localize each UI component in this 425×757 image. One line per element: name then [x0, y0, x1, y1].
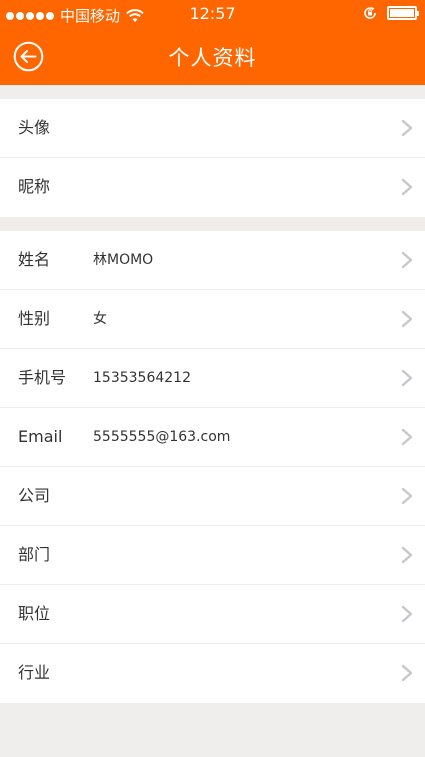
- row-gender[interactable]: 性别 女: [0, 290, 425, 349]
- battery-icon: [387, 6, 419, 20]
- row-email[interactable]: Email 5555555@163.com: [0, 408, 425, 467]
- row-label: 手机号: [18, 368, 67, 387]
- status-right: [363, 6, 419, 20]
- row-value: 5555555@163.com: [93, 429, 231, 445]
- row-label: 部门: [18, 545, 51, 564]
- chevron-right-icon: [401, 546, 413, 564]
- chevron-right-icon: [401, 487, 413, 505]
- row-label: 公司: [18, 486, 51, 505]
- chevron-right-icon: [401, 251, 413, 269]
- chevron-right-icon: [401, 119, 413, 137]
- chevron-right-icon: [401, 605, 413, 623]
- chevron-right-icon: [401, 369, 413, 387]
- row-label: 职位: [18, 604, 51, 623]
- battery-level: [390, 9, 414, 17]
- row-name[interactable]: 姓名 林MOMO: [0, 231, 425, 290]
- row-department[interactable]: 部门: [0, 526, 425, 585]
- row-value: 15353564212: [93, 370, 191, 386]
- row-value: 林MOMO: [93, 252, 154, 268]
- row-label: 姓名: [18, 250, 51, 269]
- row-nickname[interactable]: 昵称: [0, 158, 425, 217]
- page-title: 个人资料: [168, 46, 257, 70]
- row-avatar[interactable]: 头像: [0, 99, 425, 158]
- rotation-lock-icon: [364, 6, 376, 19]
- row-phone[interactable]: 手机号 15353564212: [0, 349, 425, 408]
- row-label: 性别: [18, 309, 51, 328]
- status-time: 12:57: [189, 4, 236, 23]
- nav-bar: 个人资料: [0, 28, 425, 85]
- row-label: 行业: [18, 663, 51, 682]
- row-position[interactable]: 职位: [0, 585, 425, 644]
- chevron-right-icon: [401, 310, 413, 328]
- row-label: 头像: [18, 118, 51, 137]
- row-industry[interactable]: 行业: [0, 644, 425, 703]
- chevron-right-icon: [401, 178, 413, 196]
- status-bar: 中国移动 12:57: [0, 0, 425, 28]
- row-label: Email: [18, 427, 63, 446]
- row-company[interactable]: 公司: [0, 467, 425, 526]
- profile-group-avatar: 头像 昵称: [0, 99, 425, 217]
- chevron-right-icon: [401, 428, 413, 446]
- profile-group-details: 姓名 林MOMO 性别 女 手机号 15353564212 Email 5555…: [0, 231, 425, 703]
- row-label: 昵称: [18, 177, 51, 196]
- row-value: 女: [93, 311, 107, 327]
- chevron-right-icon: [401, 664, 413, 682]
- app-header: 中国移动 12:57 个人资料: [0, 0, 425, 85]
